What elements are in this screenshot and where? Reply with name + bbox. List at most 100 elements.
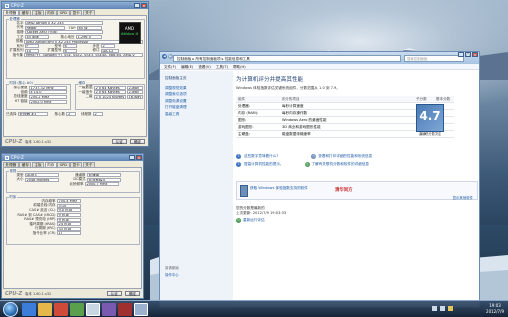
cpuz-memory-footer: CPU-Z 版本 1.60.1.x32 认证 确定: [2, 289, 143, 298]
menu-file[interactable]: 文件(F): [164, 64, 176, 69]
stepping-value: 2: [100, 44, 115, 49]
clock[interactable]: 19:03 2012/7/9: [486, 303, 504, 314]
cpuz-cpu-titlebar[interactable]: Z CPU-Z _ ×: [2, 2, 148, 9]
link-label[interactable]: 提高计算机性能的提示。: [244, 162, 284, 167]
ok-button[interactable]: 确定: [124, 291, 140, 296]
volume-icon[interactable]: [440, 306, 445, 311]
app-icon[interactable]: [118, 303, 132, 316]
col-basescore: 基本分数: [435, 96, 451, 101]
cpuz-app-icon: Z: [5, 3, 9, 8]
group-title: 缓存: [77, 81, 87, 86]
link-label[interactable]: 了解有关联机分数和软件的详细信息: [312, 162, 370, 167]
col-component: 组件: [238, 96, 246, 101]
performance-window: ◀ ▶ 控制面板 ▸ 所有控制面板项 ▸ 性能信息和工具 搜索控制面板 _ □ …: [159, 51, 480, 308]
type-value: DDR3: [24, 173, 59, 178]
tech-value: 45 纳米: [24, 35, 49, 40]
menu-edit[interactable]: 编辑(E): [181, 64, 193, 69]
minimize-button[interactable]: _: [129, 155, 135, 160]
promo-text[interactable]: 获取 Windows 体验指数支持的软件: [250, 186, 308, 191]
cpuz-cpu-panel: 处理器 名字 AMD Athlon II X2 245 代号 Regor TDP 65 …: [3, 15, 147, 137]
start-button[interactable]: [3, 302, 18, 317]
close-button[interactable]: ×: [472, 52, 478, 57]
refresh-icon: ↻: [236, 218, 241, 223]
menu-tools[interactable]: 工具(T): [216, 64, 228, 69]
side-link-advanced-tools[interactable]: 高级工具: [160, 111, 233, 118]
menu-help[interactable]: 帮助(H): [233, 64, 246, 69]
rerun-label[interactable]: 重新运行评估: [243, 218, 265, 223]
minimize-button[interactable]: _: [458, 52, 464, 57]
tdp-label: TDP: [68, 25, 76, 30]
side-home-link[interactable]: 控制面板主页: [160, 75, 233, 82]
see-also-title: 另请参阅: [165, 266, 179, 270]
row-item: Windows Aero 的桌面性能: [282, 117, 327, 122]
cpuz-cpu-window: Z CPU-Z _ × 处理器 缓存 主板 内存 SPD 显卡 关于 处理器 名…: [1, 1, 149, 147]
last-update-text: 上次更新: 2012/7/9 19:03:33: [236, 211, 287, 215]
side-link-disk-cleanup[interactable]: 打开磁盘清理: [160, 104, 233, 111]
media-player-icon[interactable]: [54, 303, 68, 316]
score-table-header: 组件 评分的项目 子分数 基本分数: [236, 96, 454, 103]
row-component: 内存 (RAM):: [238, 110, 259, 115]
ie-icon[interactable]: [22, 303, 36, 316]
row-item: 磁盘数据传输速率: [282, 131, 311, 136]
info-links: ? 这些数字意味着什么? ⎙ 查看和打印详细的性能和系统信息 ? 提高计算机性能的提示。…: [236, 152, 476, 168]
side-link-power[interactable]: 调整电源设置: [160, 98, 233, 105]
cpuz-memory-panel: 常规 类型 DDR3 通道数 双通道 大小 2048 MBytes DC模式 非对称模式 北…: [3, 167, 142, 289]
family-value: F: [24, 44, 39, 49]
channels-value: 双通道: [86, 173, 121, 178]
link-performance-tips[interactable]: ? 提高计算机性能的提示。 ◎ 了解有关联机分数和软件的详细信息: [236, 160, 476, 168]
app-icon[interactable]: [70, 303, 84, 316]
software-box-icon: [240, 185, 248, 197]
flag-icon[interactable]: [448, 306, 453, 311]
ht-link-value: 2002.0 MHz: [28, 99, 67, 104]
version-text: 版本 1.60.1.x32: [25, 140, 52, 144]
see-also-action-center[interactable]: 操作中心: [165, 272, 179, 277]
validate-button[interactable]: 认证: [111, 139, 127, 144]
rcd-value: 9 时钟: [56, 213, 81, 218]
link-label[interactable]: 查看和打印详细的性能和系统信息: [318, 154, 372, 159]
search-input[interactable]: 搜索控制面板: [404, 54, 464, 62]
cores-value: 2: [66, 112, 76, 117]
side-link-visual-effects[interactable]: 调整视觉效果: [160, 85, 233, 92]
minimize-button[interactable]: _: [134, 3, 140, 8]
codename-value: Regor: [24, 25, 65, 30]
bus-speed-value: 200.2 MHz: [28, 94, 67, 99]
explorer-icon[interactable]: [38, 303, 52, 316]
maximize-button[interactable]: □: [465, 52, 471, 57]
main-content: 为计算机评分并提高其性能 Windows 体验指数评估关键系统组件，分数范围从 …: [236, 72, 478, 307]
base-score-caption: 由最低分数决定: [418, 132, 442, 136]
ok-button[interactable]: 确定: [129, 139, 145, 144]
link-print-details[interactable]: ⎙ 查看和打印详细的性能和系统信息: [311, 153, 372, 159]
help-icon: ?: [236, 153, 241, 159]
more-software-link[interactable]: 显示其他软件: [453, 195, 473, 200]
rerun-assessment-link[interactable]: ↻ 重新运行评估: [236, 218, 265, 223]
back-button[interactable]: ◀: [162, 54, 167, 59]
cpuz-cpu-footer: CPU-Z 版本 1.60.1.x32 认证 确定: [2, 137, 148, 146]
row-component: 处理器:: [238, 103, 250, 108]
instructions-value: MMX(+), 3DNow!(+), SSE, SSE2, SSE3, SSE4…: [24, 53, 143, 58]
row-component: 图形:: [238, 117, 247, 122]
cpuz-app-icon: Z: [5, 155, 9, 160]
revision-value: DA-C2: [100, 48, 119, 53]
network-icon[interactable]: [432, 306, 437, 311]
close-button[interactable]: ×: [141, 3, 147, 8]
side-link-indexing[interactable]: 调整索引选项: [160, 91, 233, 98]
menu-view[interactable]: 查看(V): [198, 64, 210, 69]
link-label[interactable]: 这些数字意味着什么?: [244, 154, 278, 159]
cpuz-taskbar-icon[interactable]: [86, 303, 100, 316]
validate-button[interactable]: 认证: [106, 291, 122, 296]
software-promo[interactable]: 获取 Windows 体验指数支持的软件 清华同方 显示其他软件: [236, 181, 478, 200]
performance-titlebar[interactable]: ◀ ▶ 控制面板 ▸ 所有控制面板项 ▸ 性能信息和工具 搜索控制面板 _ □ …: [160, 52, 479, 64]
link-what-numbers-mean[interactable]: ? 这些数字意味着什么? ⎙ 查看和打印详细的性能和系统信息: [236, 152, 476, 160]
link-online-scores[interactable]: ◎ 了解有关联机分数和软件的详细信息: [304, 161, 370, 167]
app-icon[interactable]: [102, 303, 116, 316]
control-panel-taskbar-icon[interactable]: [134, 303, 148, 316]
address-bar[interactable]: 控制面板 ▸ 所有控制面板项 ▸ 性能信息和工具: [173, 54, 401, 62]
cpuz-memory-titlebar[interactable]: Z CPU-Z _ ×: [2, 154, 143, 161]
close-button[interactable]: ×: [136, 155, 142, 160]
dc-mode-value: 非对称模式: [86, 177, 121, 182]
tongfang-logo: 清华同方: [335, 188, 353, 193]
l2-way: 16-way: [126, 94, 143, 99]
voltage-value: 1.296 V: [75, 35, 102, 40]
l2-value: 2 x 1024 KBytes: [93, 94, 126, 99]
selection-dropdown[interactable]: 处理器 #1: [17, 112, 48, 117]
